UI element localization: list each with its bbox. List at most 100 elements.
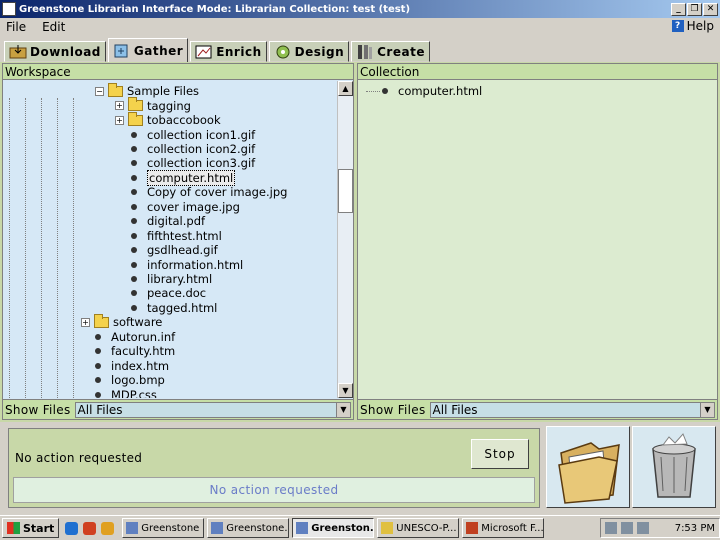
tab-design[interactable]: Design <box>268 41 350 62</box>
task-unesco[interactable]: UNESCO-P... <box>377 518 460 538</box>
tree-item-label: Copy of cover image.jpg <box>147 185 288 200</box>
tree-item-file[interactable]: computer.html <box>131 169 236 186</box>
quick-launch <box>65 521 115 535</box>
tab-label: Design <box>294 44 345 59</box>
task-greenstone-3[interactable]: Greenston... <box>292 518 375 538</box>
tree-item-label: MDP.css <box>111 387 157 398</box>
tree-item-folder[interactable]: + tagging <box>115 97 191 113</box>
filter-value: All Files <box>432 402 478 417</box>
file-icon <box>131 290 137 297</box>
tree-item-file[interactable]: tagged.html <box>131 301 217 315</box>
tree-item-file[interactable]: collection icon3.gif <box>131 156 255 170</box>
folder-icon <box>108 82 123 97</box>
menu-help[interactable]: ? Help <box>671 19 714 33</box>
tree-item-file[interactable]: Copy of cover image.jpg <box>131 185 287 199</box>
scroll-thumb[interactable] <box>338 169 353 213</box>
folder-icon <box>558 442 620 504</box>
tree-item-label: fifthtest.html <box>147 228 222 243</box>
new-folder-button[interactable] <box>546 426 630 508</box>
media-player-icon[interactable] <box>83 521 97 535</box>
show-files-label: Show Files <box>5 402 71 417</box>
tree-item-file[interactable]: Autorun.inf <box>95 330 175 344</box>
enrich-icon <box>195 45 212 58</box>
tree-item-file[interactable]: logo.bmp <box>95 373 165 387</box>
window-title: Greenstone Librarian Interface Mode: Lib… <box>19 3 411 15</box>
start-button[interactable]: Start <box>2 518 60 538</box>
workspace-filter-bar: Show Files All Files ▼ <box>3 399 353 419</box>
tree-item-file[interactable]: collection icon1.gif <box>131 127 255 142</box>
tree-item-folder[interactable]: + software <box>81 313 162 329</box>
trash-button[interactable] <box>632 426 716 508</box>
tree-item-file[interactable]: cover image.jpg <box>131 200 240 214</box>
collection-file-filter[interactable]: All Files ▼ <box>429 401 715 418</box>
tab-create[interactable]: Create <box>351 41 430 62</box>
volume-icon[interactable] <box>621 522 633 534</box>
restore-button[interactable]: ❐ <box>687 2 702 16</box>
stop-button[interactable]: Stop <box>471 439 529 469</box>
tree-guide <box>25 98 26 398</box>
menu-edit[interactable]: Edit <box>36 20 75 34</box>
task-greenstone-1[interactable]: Greenstone ... <box>122 518 205 538</box>
tree-item-label: faculty.htm <box>111 344 176 359</box>
tree-item-file[interactable]: gsdlhead.gif <box>131 243 218 257</box>
task-microsoft[interactable]: Microsoft F... <box>462 518 545 538</box>
chevron-down-icon[interactable]: ▼ <box>336 402 350 417</box>
tree-item-file[interactable]: computer.html <box>366 84 482 98</box>
file-icon <box>131 218 137 225</box>
menu-bar: File Edit ? Help <box>0 18 720 36</box>
tree-item-file[interactable]: information.html <box>131 257 243 272</box>
tree-item-label: Sample Files <box>127 84 200 99</box>
expand-icon[interactable]: + <box>81 317 90 327</box>
tree-item-file[interactable]: collection icon2.gif <box>131 142 255 156</box>
tree-item-label: collection icon3.gif <box>147 156 256 171</box>
filter-value: All Files <box>77 402 123 417</box>
tree-item-label: collection icon2.gif <box>147 141 256 156</box>
chevron-down-icon[interactable]: ▼ <box>700 402 714 417</box>
close-button[interactable]: ✕ <box>703 2 718 16</box>
security-icon[interactable] <box>637 522 649 534</box>
collection-tree: computer.html <box>358 81 717 398</box>
tab-enrich[interactable]: Enrich <box>190 41 267 62</box>
workspace-scrollbar[interactable]: ▲ ▼ <box>337 81 353 398</box>
tree-item-file[interactable]: peace.doc <box>131 286 206 300</box>
tree-item-file[interactable]: MDP.css <box>95 387 157 398</box>
task-label: Greenston... <box>311 522 375 534</box>
status-message: No action requested <box>15 451 143 465</box>
expand-icon[interactable]: + <box>115 101 124 111</box>
workspace-file-filter[interactable]: All Files ▼ <box>74 401 351 418</box>
scroll-up-button[interactable]: ▲ <box>338 81 353 96</box>
file-icon <box>95 391 101 398</box>
folder-icon <box>128 111 143 126</box>
expand-icon[interactable]: + <box>115 115 124 125</box>
task-greenstone-2[interactable]: Greenstone... <box>207 518 290 538</box>
collapse-icon[interactable]: − <box>95 86 104 96</box>
tree-item-file[interactable]: digital.pdf <box>131 214 205 228</box>
workspace-tree: − Sample Files + tagging + tobaccobook collect… <box>3 81 337 398</box>
tree-item-file[interactable]: fifthtest.html <box>131 229 222 243</box>
tree-item-label: digital.pdf <box>147 214 206 229</box>
menu-file[interactable]: File <box>0 20 36 34</box>
network-icon[interactable] <box>605 522 617 534</box>
system-tray: 7:53 PM <box>600 518 720 538</box>
tree-item-label: index.htm <box>111 358 170 373</box>
tree-item-file[interactable]: index.htm <box>95 359 169 373</box>
file-icon <box>95 348 101 355</box>
tree-item-file[interactable]: faculty.htm <box>95 344 175 358</box>
tab-gather[interactable]: Gather <box>107 38 189 62</box>
folder-icon <box>94 313 109 328</box>
tab-download[interactable]: Download <box>4 41 106 62</box>
tree-item-folder[interactable]: + tobaccobook <box>115 111 221 127</box>
tree-item-folder[interactable]: − Sample Files <box>95 82 200 99</box>
folder-icon <box>128 97 143 112</box>
task-label: Greenstone ... <box>141 522 203 534</box>
internet-explorer-icon[interactable] <box>65 521 79 535</box>
file-icon <box>131 304 137 311</box>
minimize-button[interactable]: _ <box>671 2 686 16</box>
browser-icon[interactable] <box>101 521 115 535</box>
tree-item-file[interactable]: library.html <box>131 272 212 286</box>
scroll-down-button[interactable]: ▼ <box>338 383 353 398</box>
trash-icon <box>652 433 696 498</box>
taskbar: Start Greenstone ... Greenstone... Green… <box>0 515 720 540</box>
powerpoint-icon <box>466 522 479 534</box>
help-label: Help <box>686 19 714 33</box>
